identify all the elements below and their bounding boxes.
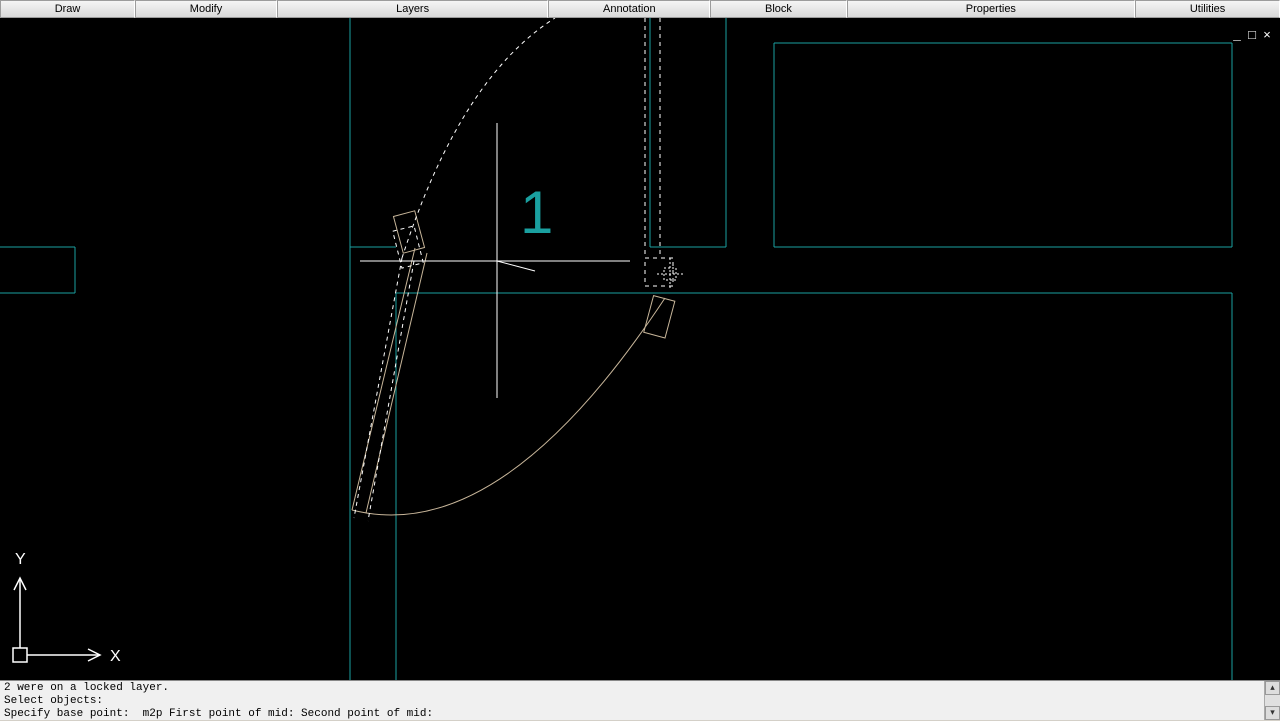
- tab-annotation[interactable]: Annotation: [548, 0, 710, 18]
- tab-block[interactable]: Block: [710, 0, 846, 18]
- drawing-canvas[interactable]: _ □ × 1: [0, 18, 1280, 680]
- ucs-x-label: X: [110, 648, 121, 665]
- command-line[interactable]: 2 were on a locked layer. Select objects…: [0, 680, 1280, 720]
- ucs-y-label: Y: [15, 551, 26, 568]
- ribbon-tabs: Draw Modify Layers Annotation Block Prop…: [0, 0, 1280, 18]
- tab-properties[interactable]: Properties: [847, 0, 1135, 18]
- tab-draw[interactable]: Draw: [0, 0, 135, 18]
- tab-utilities[interactable]: Utilities: [1135, 0, 1280, 18]
- scroll-up-icon[interactable]: ▴: [1265, 681, 1280, 695]
- tab-modify[interactable]: Modify: [135, 0, 277, 18]
- tab-layers[interactable]: Layers: [277, 0, 548, 18]
- drawing-svg: Y X: [0, 18, 1280, 680]
- command-text: 2 were on a locked layer. Select objects…: [0, 681, 1264, 720]
- scroll-down-icon[interactable]: ▾: [1265, 706, 1280, 720]
- command-scrollbar[interactable]: ▴ ▾: [1264, 681, 1280, 720]
